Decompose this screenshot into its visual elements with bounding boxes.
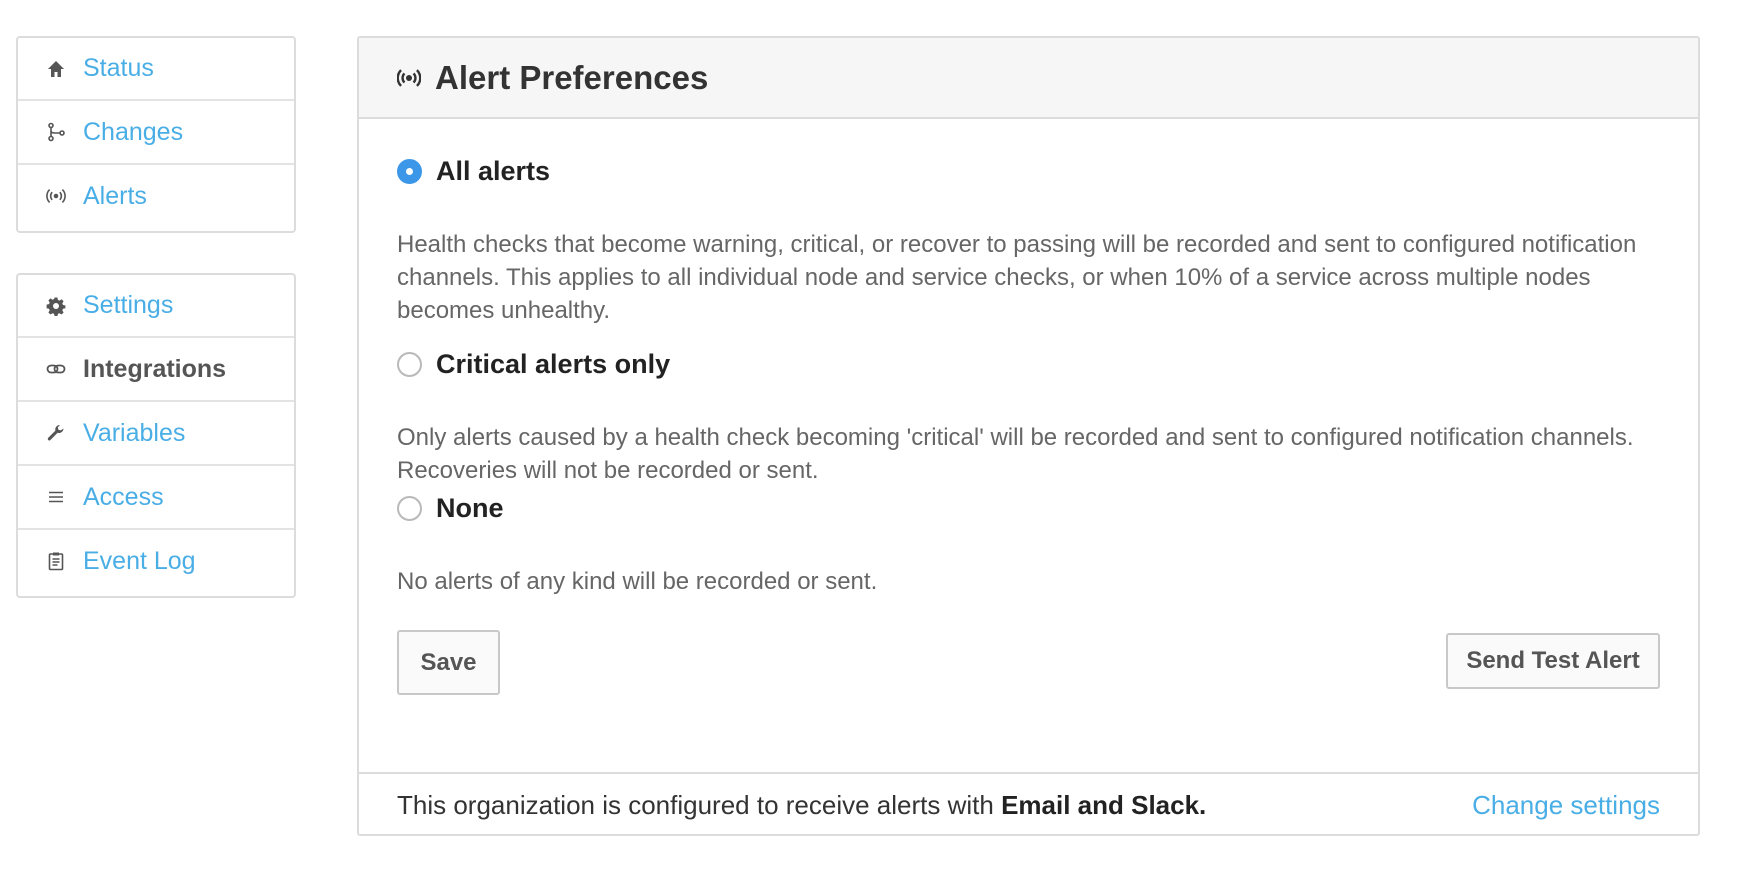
- alert-channels-summary: This organization is configured to recei…: [397, 789, 1207, 820]
- option-label: None: [436, 493, 504, 523]
- sidebar-item-changes[interactable]: Changes: [18, 99, 294, 163]
- broadcast-icon: [397, 66, 421, 90]
- radio-none[interactable]: [397, 496, 422, 521]
- wrench-icon: [45, 422, 67, 444]
- sidebar-item-event-log[interactable]: Event Log: [18, 528, 294, 592]
- sidebar-item-label: Event Log: [83, 546, 196, 575]
- change-settings-link[interactable]: Change settings: [1472, 790, 1660, 821]
- sidebar-item-integrations[interactable]: Integrations: [18, 336, 294, 400]
- radio-critical-alerts-only[interactable]: [397, 352, 422, 377]
- gear-icon: [45, 295, 67, 317]
- save-button[interactable]: Save: [397, 630, 500, 695]
- option-description: Only alerts caused by a health check bec…: [397, 424, 1634, 484]
- sidebar-nav-secondary: Settings Integrations Variables Access E…: [16, 273, 296, 598]
- sidebar-item-label: Status: [83, 54, 154, 82]
- panel-header: Alert Preferences: [359, 38, 1698, 119]
- link-icon: [45, 358, 67, 380]
- alert-channels: Email and Slack.: [1001, 789, 1207, 820]
- home-icon: [45, 58, 67, 80]
- option-all-alerts[interactable]: All alerts: [397, 156, 550, 187]
- broadcast-icon: [45, 185, 67, 207]
- sidebar-item-label: Alerts: [83, 181, 147, 210]
- sidebar-item-label: Integrations: [83, 354, 227, 383]
- radio-all-alerts[interactable]: [397, 159, 422, 184]
- page-title: Alert Preferences: [435, 58, 709, 96]
- sidebar-item-label: Variables: [83, 418, 186, 447]
- sidebar-item-label: Changes: [83, 117, 184, 146]
- panel-body: All alerts Health checks that become war…: [359, 119, 1698, 774]
- sidebar-item-settings[interactable]: Settings: [18, 275, 294, 336]
- option-label: All alerts: [436, 156, 551, 186]
- panel-footer: This organization is configured to recei…: [359, 774, 1698, 836]
- option-description: No alerts of any kind will be recorded o…: [397, 568, 878, 595]
- option-critical-alerts-only[interactable]: Critical alerts only: [397, 349, 670, 380]
- list-icon: [45, 486, 67, 508]
- sidebar-item-label: Settings: [83, 291, 174, 319]
- git-branch-icon: [45, 121, 67, 143]
- sidebar-item-access[interactable]: Access: [18, 464, 294, 528]
- option-none[interactable]: None: [397, 493, 504, 524]
- sidebar-item-alerts[interactable]: Alerts: [18, 163, 294, 227]
- clipboard-icon: [45, 550, 67, 572]
- sidebar-item-status[interactable]: Status: [18, 38, 294, 99]
- send-test-alert-button[interactable]: Send Test Alert: [1446, 633, 1660, 689]
- option-description: Health checks that become warning, criti…: [397, 231, 1637, 324]
- alert-preferences-panel: Alert Preferences All alerts Health chec…: [357, 36, 1700, 836]
- sidebar-nav-primary: Status Changes Alerts: [16, 36, 296, 233]
- sidebar-item-label: Access: [83, 482, 164, 511]
- sidebar-item-variables[interactable]: Variables: [18, 400, 294, 464]
- option-label: Critical alerts only: [436, 349, 671, 379]
